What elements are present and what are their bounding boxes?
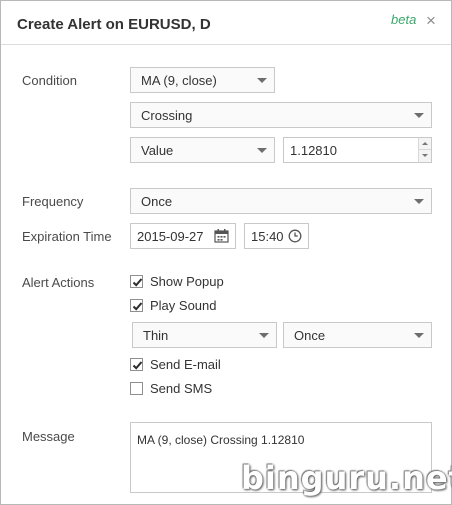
frequency-label: Frequency [22, 194, 84, 209]
send-sms-label: Send SMS [150, 381, 213, 396]
condition-value-input[interactable]: 1.12810 [283, 137, 432, 163]
checkbox-checked[interactable] [130, 299, 143, 312]
show-popup-label: Show Popup [150, 274, 224, 289]
expiration-date-text: 2015-09-27 [137, 229, 204, 244]
sound-repeat-select[interactable]: Once [283, 322, 432, 348]
checkbox-checked[interactable] [130, 358, 143, 371]
frequency-select[interactable]: Once [130, 188, 432, 214]
spin-up-icon[interactable] [419, 138, 431, 150]
play-sound-label: Play Sound [150, 298, 217, 313]
send-email-label: Send E-mail [150, 357, 221, 372]
dialog-header: Create Alert on EURUSD, D beta × [1, 1, 451, 45]
value-spinner [418, 138, 431, 162]
chevron-down-icon [259, 333, 269, 338]
calendar-icon[interactable] [214, 229, 229, 243]
beta-badge: beta [391, 12, 417, 27]
close-icon[interactable]: × [424, 11, 438, 31]
checkbox-checked[interactable] [130, 275, 143, 288]
chevron-down-icon [414, 199, 424, 204]
expiration-label: Expiration Time [22, 229, 112, 244]
condition-value-text: 1.12810 [290, 143, 337, 158]
condition-target-type-value: Value [141, 143, 174, 158]
spin-down-icon[interactable] [419, 150, 431, 162]
sound-repeat-value: Once [294, 328, 326, 343]
checkmark-icon [132, 302, 143, 311]
frequency-value: Once [141, 194, 173, 209]
condition-label: Condition [22, 73, 77, 88]
condition-indicator-select[interactable]: MA (9, close) [130, 67, 275, 93]
message-label: Message [22, 429, 75, 444]
checkbox-unchecked[interactable] [130, 382, 143, 395]
checkmark-icon [132, 361, 143, 370]
condition-operator-value: Crossing [141, 108, 193, 123]
condition-target-type-select[interactable]: Value [130, 137, 275, 163]
condition-indicator-value: MA (9, close) [141, 73, 217, 88]
create-alert-dialog: Create Alert on EURUSD, D beta × Conditi… [0, 0, 452, 505]
clock-icon[interactable] [288, 229, 302, 243]
sound-name-select[interactable]: Thin [132, 322, 277, 348]
expiration-time-text: 15:40 [251, 229, 284, 244]
message-text: MA (9, close) Crossing 1.12810 [137, 433, 305, 447]
sound-name-value: Thin [143, 328, 169, 343]
watermark: binguru.net [241, 459, 452, 497]
checkmark-icon [132, 278, 143, 287]
chevron-down-icon [257, 148, 267, 153]
chevron-down-icon [414, 333, 424, 338]
dialog-title: Create Alert on EURUSD, D [17, 16, 211, 33]
alert-actions-label: Alert Actions [22, 275, 95, 290]
expiration-date-input[interactable]: 2015-09-27 [130, 223, 236, 249]
chevron-down-icon [257, 78, 267, 83]
condition-operator-select[interactable]: Crossing [130, 102, 432, 128]
expiration-time-input[interactable]: 15:40 [244, 223, 309, 249]
chevron-down-icon [414, 113, 424, 118]
